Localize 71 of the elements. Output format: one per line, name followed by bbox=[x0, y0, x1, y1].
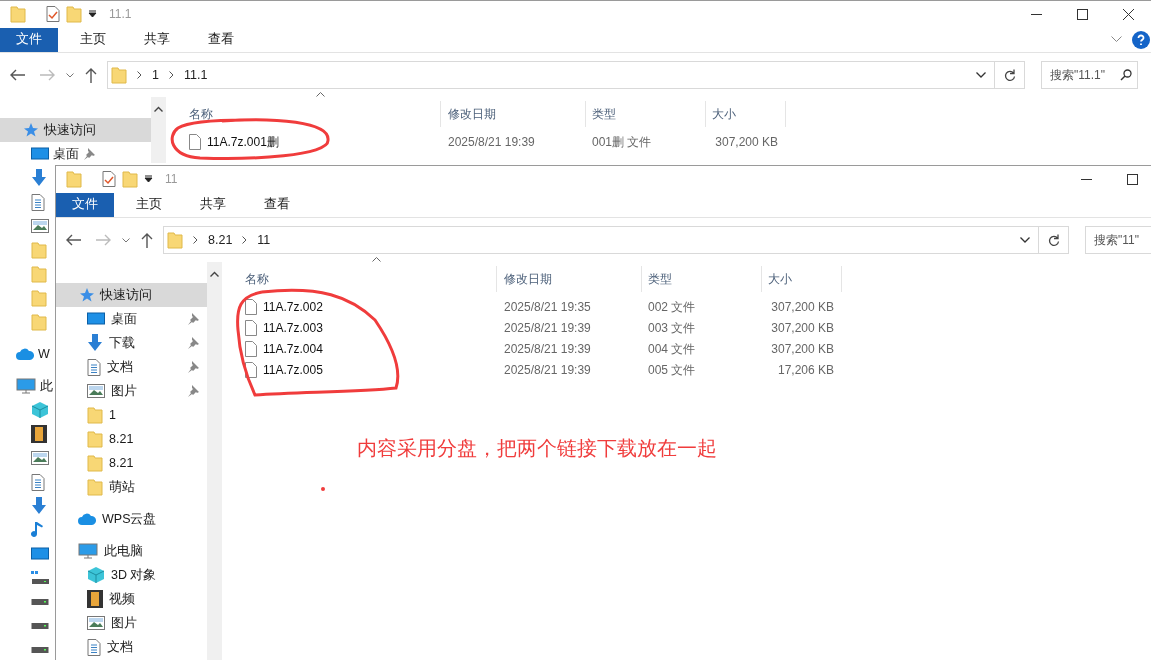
sidebar-item[interactable]: 图片 bbox=[56, 611, 207, 635]
sidebar-item[interactable]: 萌站 bbox=[56, 475, 207, 499]
ribbon-tab[interactable]: 文件 bbox=[56, 192, 114, 217]
sidebar-item[interactable]: 文档 bbox=[56, 635, 207, 659]
breadcrumb-item[interactable]: 1 bbox=[152, 65, 159, 85]
file-row[interactable]: 11A.7z.005 2025/8/21 19:39 005 文件 17,206 KB bbox=[236, 359, 1151, 380]
column-header[interactable]: 名称 bbox=[180, 101, 441, 127]
ribbon-tab[interactable]: 主页 bbox=[120, 192, 178, 217]
column-header[interactable]: 类型 bbox=[642, 266, 762, 292]
breadcrumb-item[interactable]: 11.1 bbox=[183, 65, 208, 85]
modified-date: 2025/8/21 19:39 bbox=[503, 361, 592, 379]
column-header[interactable]: 修改日期 bbox=[497, 266, 642, 292]
sidebar-item[interactable]: 3D 对象 bbox=[56, 563, 207, 587]
file-name: 11A.7z.001删 bbox=[207, 133, 279, 151]
sidebar-item[interactable]: 此电脑 bbox=[56, 539, 207, 563]
sidebar-item[interactable]: WPS云盘 bbox=[56, 507, 207, 531]
sidebar-item[interactable]: 桌面 bbox=[56, 307, 207, 331]
sidebar-item[interactable]: 下载 bbox=[56, 331, 207, 355]
file-type: 001删 文件 bbox=[591, 133, 653, 151]
breadcrumb-item[interactable]: 8.21 bbox=[208, 230, 233, 250]
ribbon-tab[interactable]: 主页 bbox=[64, 27, 122, 52]
search-field[interactable]: 搜索"11" bbox=[1085, 226, 1151, 254]
file-size: 17,206 KB bbox=[776, 361, 835, 379]
sidebar-item[interactable]: 图片 bbox=[56, 379, 207, 403]
column-header[interactable]: 大小 bbox=[762, 266, 842, 292]
modified-date: 2025/8/21 19:39 bbox=[503, 340, 592, 358]
address-bar[interactable]: 1 11.1 bbox=[107, 61, 1025, 89]
file-row[interactable]: 11A.7z.002 2025/8/21 19:35 002 文件 307,200 KB bbox=[236, 296, 1151, 317]
address-bar[interactable]: 8.21 11 bbox=[163, 226, 1069, 254]
file-type: 002 文件 bbox=[647, 298, 697, 316]
file-name: 11A.7z.002 bbox=[263, 298, 323, 316]
annotation-note: 内容采用分盘，把两个链接下载放在一起 bbox=[357, 436, 717, 461]
sidebar-item[interactable]: 桌面 bbox=[0, 142, 95, 166]
file-row[interactable]: 11A.7z.001删 2025/8/21 19:39 001删 文件 307,200 KB bbox=[180, 131, 1151, 152]
breadcrumb-item[interactable]: 11 bbox=[257, 230, 271, 250]
file-row[interactable]: 11A.7z.004 2025/8/21 19:39 004 文件 307,200 KB bbox=[236, 338, 1151, 359]
sidebar-item[interactable]: 8.21 bbox=[56, 451, 207, 475]
ribbon-tab[interactable]: 查看 bbox=[192, 27, 250, 52]
file-type: 005 文件 bbox=[647, 361, 697, 379]
file-row[interactable]: 11A.7z.003 2025/8/21 19:39 003 文件 307,200 KB bbox=[236, 317, 1151, 338]
file-name: 11A.7z.003 bbox=[263, 319, 323, 337]
sidebar-item[interactable]: 此 bbox=[0, 374, 53, 398]
ribbon-tab[interactable]: 文件 bbox=[0, 27, 58, 52]
file-size: 307,200 KB bbox=[770, 340, 835, 358]
sidebar-item[interactable]: W bbox=[0, 342, 50, 366]
column-header[interactable]: 修改日期 bbox=[441, 101, 586, 127]
column-header[interactable]: 类型 bbox=[586, 101, 706, 127]
file-type: 004 文件 bbox=[647, 340, 697, 358]
column-header[interactable]: 大小 bbox=[706, 101, 786, 127]
modified-date: 2025/8/21 19:39 bbox=[503, 319, 592, 337]
modified-date: 2025/8/21 19:35 bbox=[503, 298, 592, 316]
ribbon-tab[interactable]: 共享 bbox=[128, 27, 186, 52]
sidebar-item[interactable]: 快速访问 bbox=[56, 283, 207, 307]
file-size: 307,200 KB bbox=[770, 319, 835, 337]
window-title: 11.1 bbox=[109, 6, 132, 23]
file-size: 307,200 KB bbox=[770, 298, 835, 316]
file-name: 11A.7z.005 bbox=[263, 361, 323, 379]
ribbon-tab[interactable]: 共享 bbox=[184, 192, 242, 217]
modified-date: 2025/8/21 19:39 bbox=[447, 133, 536, 151]
search-field[interactable]: 搜索"11.1" bbox=[1041, 61, 1138, 89]
ribbon-tab[interactable]: 查看 bbox=[248, 192, 306, 217]
window-title: 11 bbox=[165, 171, 178, 188]
sidebar-item[interactable]: 1 bbox=[56, 403, 207, 427]
sidebar-item[interactable]: 文档 bbox=[56, 355, 207, 379]
sidebar-item[interactable]: 快速访问 bbox=[0, 118, 151, 142]
sidebar-item[interactable]: 8.21 bbox=[56, 427, 207, 451]
file-size: 307,200 KB bbox=[714, 133, 779, 151]
column-header[interactable]: 名称 bbox=[236, 266, 497, 292]
sidebar-item[interactable]: 视频 bbox=[56, 587, 207, 611]
file-name: 11A.7z.004 bbox=[263, 340, 323, 358]
file-type: 003 文件 bbox=[647, 319, 697, 337]
